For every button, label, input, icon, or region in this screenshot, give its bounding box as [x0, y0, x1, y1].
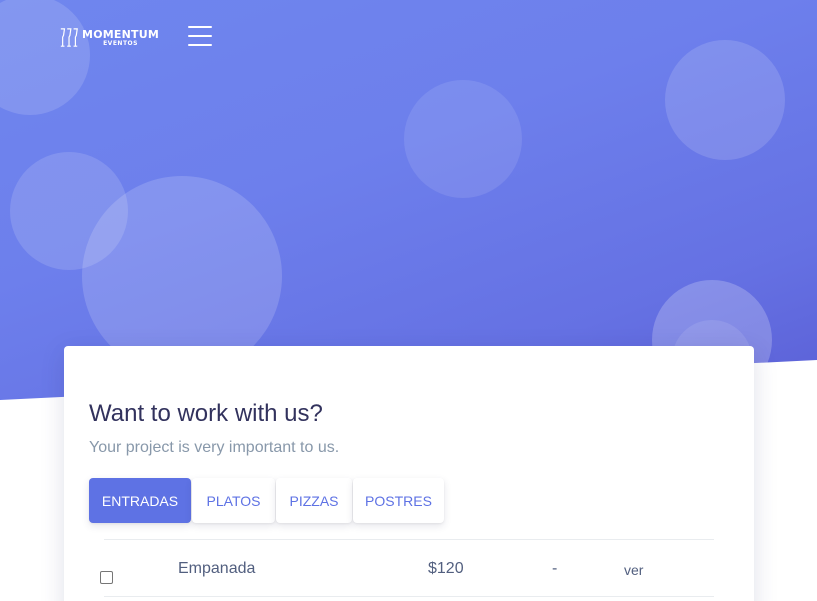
card-subtitle: Your project is very important to us. — [89, 439, 340, 456]
hamburger-icon[interactable] — [188, 25, 214, 47]
table-row: Empanada $120 - ver — [100, 539, 714, 597]
navbar: MOMENTUM EVENTOS — [0, 0, 817, 72]
item-name: Empanada — [178, 560, 256, 577]
tab-postres[interactable]: POSTRES — [353, 478, 444, 523]
tab-entradas[interactable]: ENTRADAS — [89, 478, 191, 523]
tab-pizzas[interactable]: PIZZAS — [276, 478, 352, 523]
item-price: $120 — [428, 560, 464, 577]
row-select-checkbox[interactable] — [100, 571, 113, 584]
work-with-us-card: Want to work with us? Your project is ve… — [64, 346, 754, 601]
brand-sub: EVENTOS — [103, 40, 138, 47]
view-link[interactable]: ver — [624, 562, 643, 578]
tab-platos[interactable]: PLATOS — [192, 478, 275, 523]
card-title: Want to work with us? — [89, 400, 323, 427]
wine-glasses-logo-icon — [60, 28, 78, 47]
decorative-bubble — [404, 80, 522, 198]
brand-name: MOMENTUM — [82, 28, 159, 41]
menu-category-tabs: ENTRADAS PLATOS PIZZAS POSTRES — [89, 478, 445, 523]
brand-logo[interactable]: MOMENTUM EVENTOS — [59, 24, 159, 52]
item-extra: - — [552, 560, 558, 577]
